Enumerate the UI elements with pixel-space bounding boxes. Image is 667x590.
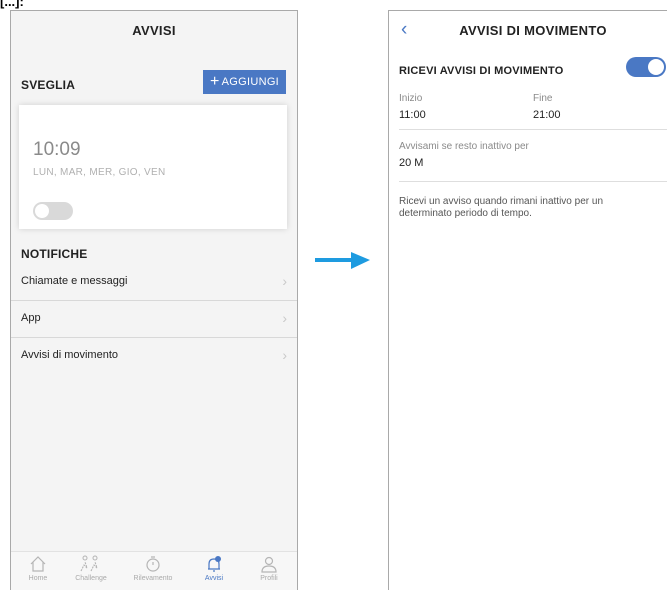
add-alarm-label: AGGIUNGI — [221, 76, 280, 88]
tab-bar: Home Challenge Rilevamento Avvisi Profil… — [11, 551, 297, 590]
alarm-time: 10:09 — [33, 139, 81, 160]
divider — [399, 181, 667, 182]
tab-profile[interactable]: Profili — [249, 552, 289, 590]
tab-label: Avvisi — [204, 575, 224, 582]
chevron-right-icon: › — [282, 347, 287, 363]
list-item-label: Avvisi di movimento — [21, 349, 118, 361]
tab-label: Profili — [260, 575, 278, 582]
list-item-label: Chiamate e messaggi — [21, 275, 128, 287]
receive-alerts-label: RICEVI AVVISI DI MOVIMENTO — [399, 65, 564, 77]
tab-label: Rilevamento — [133, 575, 173, 582]
tab-label: Home — [28, 575, 48, 582]
runners-icon — [80, 555, 98, 572]
home-icon — [30, 556, 46, 572]
end-value[interactable]: 21:00 — [533, 109, 561, 121]
alarm-card[interactable]: 10:09 LUN, MAR, MER, GIO, VEN — [19, 105, 287, 229]
start-label: Inizio — [399, 93, 423, 104]
list-item-calls-messages[interactable]: Chiamate e messaggi › — [11, 264, 297, 301]
start-value[interactable]: 11:00 — [399, 109, 426, 121]
alarm-section-title: SVEGLIA — [21, 78, 76, 92]
list-item-label: App — [21, 312, 41, 324]
plus-icon: + — [209, 73, 220, 90]
add-alarm-button[interactable]: + AGGIUNGI — [203, 70, 286, 94]
alarm-toggle[interactable] — [33, 202, 73, 220]
tab-challenge[interactable]: Challenge — [71, 552, 111, 590]
description-text: Ricevi un avviso quando rimani inattivo … — [399, 196, 603, 219]
chevron-right-icon: › — [282, 310, 287, 326]
tab-home[interactable]: Home — [18, 552, 58, 590]
page-title: AVVISI DI MOVIMENTO — [459, 23, 607, 38]
receive-alerts-toggle[interactable] — [626, 57, 666, 77]
chevron-right-icon: › — [282, 273, 287, 289]
alerts-screen: AVVISI SVEGLIA + AGGIUNGI 10:09 LUN, MAR… — [10, 10, 298, 590]
tab-alerts[interactable]: Avvisi — [194, 552, 234, 590]
tab-label: Challenge — [75, 575, 107, 582]
bell-gear-icon — [208, 556, 221, 572]
movement-alerts-screen: ‹ AVVISI DI MOVIMENTO RICEVI AVVISI DI M… — [388, 10, 667, 590]
alarm-days: LUN, MAR, MER, GIO, VEN — [33, 167, 166, 178]
divider — [399, 129, 667, 130]
person-icon — [261, 556, 277, 573]
end-label: Fine — [533, 93, 553, 104]
page-title: AVVISI — [132, 23, 176, 38]
inactive-label: Avvisami se resto inattivo per — [399, 141, 529, 152]
notifications-section-title: NOTIFICHE — [21, 247, 88, 261]
toggle-knob — [35, 204, 49, 218]
right-arrow-icon — [315, 252, 370, 269]
stopwatch-icon — [146, 556, 160, 572]
tab-tracking[interactable]: Rilevamento — [133, 552, 173, 590]
inactive-value[interactable]: 20 M — [399, 157, 423, 169]
toggle-knob — [648, 59, 664, 75]
screen-label: [...]: — [0, 0, 24, 9]
list-item-app[interactable]: App › — [11, 301, 297, 338]
list-item-movement-alerts[interactable]: Avvisi di movimento › — [11, 338, 297, 375]
